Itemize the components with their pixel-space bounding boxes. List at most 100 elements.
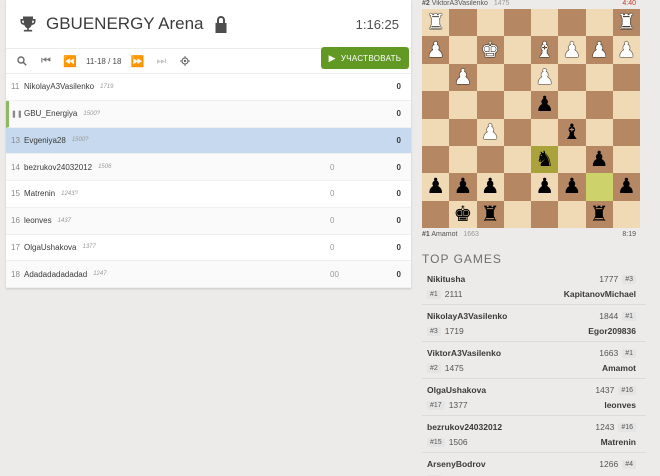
board-square[interactable] <box>558 9 586 37</box>
top-game-item[interactable]: OlgaUshakova 1437 #16 #17 1377 leonves <box>422 379 646 416</box>
player-name[interactable]: Evgeniya28 <box>24 136 66 145</box>
board-square[interactable] <box>449 91 477 119</box>
board-square[interactable] <box>612 118 640 146</box>
black-pawn-icon[interactable]: ♟ <box>535 94 554 115</box>
board-square[interactable]: ♜ <box>476 200 504 228</box>
white-rook-icon[interactable]: ♜ <box>617 12 636 33</box>
player-name[interactable]: leonves <box>24 216 52 225</box>
board-square[interactable]: ♟ <box>476 118 504 146</box>
locate-me-icon[interactable] <box>173 49 197 73</box>
top-game-item[interactable]: NikolayA3Vasilenko 1844 #1 #3 1719 Egor209836 <box>422 305 646 342</box>
board-square[interactable] <box>558 145 586 174</box>
board-square[interactable]: ♚ <box>449 200 477 228</box>
featured-top-player[interactable]: #2 ViktorA3Vasilenko 1475 4:40 <box>422 0 640 9</box>
board-square[interactable]: ♟ <box>531 63 559 92</box>
board-square[interactable]: ♟ <box>585 145 613 174</box>
white-bishop-icon[interactable]: ♝ <box>535 39 554 61</box>
white-pawn-icon[interactable]: ♟ <box>590 39 609 61</box>
player-name[interactable]: bezrukov24032012 <box>427 422 502 432</box>
standings-row-me[interactable]: 13 Evgeniya28 1500? 0 <box>6 127 411 155</box>
board-square[interactable] <box>449 9 477 37</box>
board-square[interactable] <box>558 200 586 228</box>
black-pawn-icon[interactable]: ♟ <box>481 176 500 197</box>
board-square[interactable]: ♚ <box>476 36 504 64</box>
standings-row[interactable]: 17 OlgaUshakova 1377 0 0 <box>6 235 411 262</box>
board-square[interactable] <box>585 118 613 146</box>
player-name[interactable]: OlgaUshakova <box>24 243 76 252</box>
top-game-item[interactable]: ViktorA3Vasilenko 1663 #1 #2 1475 Amamot <box>422 342 646 379</box>
board-square[interactable]: ♟ <box>531 91 559 119</box>
board-square[interactable]: ♟ <box>449 173 477 201</box>
board-square[interactable] <box>585 9 613 37</box>
black-king-icon[interactable]: ♚ <box>453 203 472 225</box>
board-square[interactable] <box>476 9 504 37</box>
white-pawn-icon[interactable]: ♟ <box>481 121 500 143</box>
board-square[interactable]: ♟ <box>449 63 477 92</box>
standings-row[interactable]: 16 leonves 1437 0 0 <box>6 207 411 235</box>
join-button[interactable]: ▶ УЧАСТВОВАТЬ <box>321 47 409 69</box>
top-game-item[interactable]: ArsenyBodrov1266#4#31311Mihail_Postlov_E… <box>422 453 646 476</box>
last-page-icon[interactable]: ⏭ <box>149 49 173 73</box>
board-square[interactable] <box>585 63 613 92</box>
player-name[interactable]: Egor209836 <box>588 326 636 336</box>
standings-row[interactable]: 15 Matrenin 1243? 0 0 <box>6 181 411 208</box>
player-name[interactable]: OlgaUshakova <box>427 385 486 395</box>
player-name[interactable]: Amamot <box>431 231 457 238</box>
player-name[interactable]: bezrukov24032012 <box>24 163 92 172</box>
black-pawn-icon[interactable]: ♟ <box>562 176 581 197</box>
board-square[interactable] <box>503 91 531 119</box>
board-square[interactable]: ♜ <box>612 9 640 37</box>
board-square[interactable] <box>503 63 531 92</box>
player-name[interactable]: KapitanovMichael <box>564 289 636 299</box>
board-square[interactable] <box>503 173 531 201</box>
board-square[interactable]: ♞ <box>531 145 559 174</box>
first-page-icon[interactable]: ⏮ <box>34 49 58 73</box>
featured-board[interactable]: ♜ ♜ ♟ ♚ ♝ ♟ ♟ ♟ ♟ ♟ ♟ ♟ ♝ ♞ ♟ ♟ ♟ ♟ ♟ ♟ ♟ ♚ ♜ ♜ <box>422 9 640 228</box>
board-square[interactable] <box>531 9 559 37</box>
next-page-icon[interactable]: ⏩ <box>125 49 149 73</box>
standings-row[interactable]: 18 Adadadadadadad 1247 00 0 <box>6 261 411 288</box>
board-square[interactable] <box>531 200 559 228</box>
board-square[interactable] <box>422 118 450 146</box>
board-square[interactable]: ♟ <box>585 36 613 64</box>
top-game-item[interactable]: bezrukov24032012 1243 #16 #15 1506 Matrenin <box>422 416 646 453</box>
board-square[interactable]: ♟ <box>612 173 640 201</box>
white-pawn-icon[interactable]: ♟ <box>453 66 472 88</box>
board-square[interactable]: ♜ <box>422 9 450 37</box>
board-square[interactable]: ♟ <box>422 36 450 64</box>
board-square[interactable] <box>476 91 504 119</box>
player-name[interactable]: ViktorA3Vasilenko <box>432 0 488 7</box>
black-knight-icon[interactable]: ♞ <box>535 149 554 170</box>
top-game-item[interactable]: Nikitusha 1777 #3 #1 2111 KapitanovMichael <box>422 268 646 305</box>
featured-bottom-player[interactable]: #1 Amamot 1663 8:19 <box>422 231 640 241</box>
board-square[interactable] <box>503 118 531 146</box>
board-square[interactable] <box>612 63 640 92</box>
board-square[interactable] <box>449 145 477 174</box>
player-name[interactable]: Matrenin <box>601 437 636 447</box>
board-square[interactable] <box>476 145 504 174</box>
board-square[interactable]: ♟ <box>531 173 559 201</box>
board-square[interactable] <box>449 36 477 64</box>
standings-row[interactable]: 11 NikolayA3Vasilenko 1719 0 <box>6 74 411 101</box>
board-square[interactable] <box>612 91 640 119</box>
board-square[interactable] <box>503 9 531 37</box>
standings-row[interactable]: 14 bezrukov24032012 1506 0 0 <box>6 154 411 181</box>
board-square[interactable] <box>558 91 586 119</box>
board-square[interactable]: ♝ <box>558 118 586 146</box>
white-pawn-icon[interactable]: ♟ <box>562 39 581 61</box>
board-square[interactable] <box>612 145 640 174</box>
black-rook-icon[interactable]: ♜ <box>481 203 500 225</box>
player-name[interactable]: NikolayA3Vasilenko <box>24 82 94 91</box>
player-name[interactable]: ArsenyBodrov <box>427 459 486 469</box>
board-square[interactable] <box>422 63 450 92</box>
board-square[interactable]: ♟ <box>558 36 586 64</box>
board-square[interactable]: ♟ <box>476 173 504 201</box>
player-name[interactable]: ViktorA3Vasilenko <box>427 348 501 358</box>
player-name[interactable]: Amamot <box>602 363 636 373</box>
white-pawn-icon[interactable]: ♟ <box>535 66 554 88</box>
board-square[interactable] <box>612 200 640 228</box>
board-square[interactable] <box>558 63 586 92</box>
board-square[interactable]: ♜ <box>585 200 613 228</box>
board-square[interactable] <box>476 63 504 92</box>
black-pawn-icon[interactable]: ♟ <box>535 176 554 197</box>
